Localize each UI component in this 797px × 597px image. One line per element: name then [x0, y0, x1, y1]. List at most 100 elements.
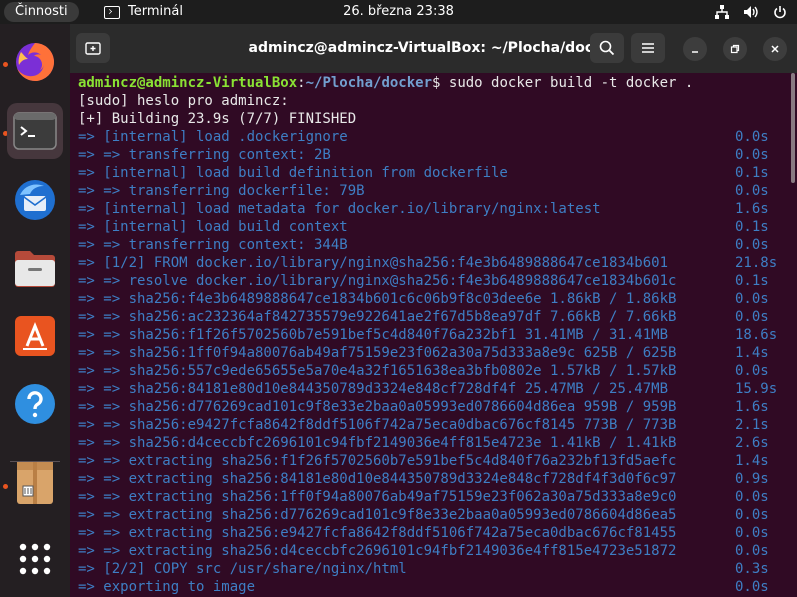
terminal-line: => [1/2] FROM docker.io/library/nginx@sh…	[78, 254, 777, 272]
terminal-line-text: => => sha256:e9427fcfa8642f8ddf5106f742a…	[78, 417, 677, 433]
top-bar: Činnosti Terminál 26. března 23:38	[0, 0, 797, 24]
firefox-icon[interactable]	[7, 34, 63, 90]
terminal-line: => => sha256:557c9ede65655e5a70e4a32f165…	[78, 362, 769, 380]
terminal-line-text: => => sha256:f1f26f5702560b7e591bef5c4d8…	[78, 327, 669, 343]
terminal-line-text: [sudo] heslo pro admincz:	[78, 93, 289, 109]
terminal-line: => => extracting sha256:1ff0f94a80076ab4…	[78, 488, 769, 506]
terminal-line-time: 1.4s	[735, 345, 769, 361]
terminal-line-text: => => sha256:d776269cad101c9f8e33e2baa0a…	[78, 399, 677, 415]
terminal-line: => exporting to image 0.0s	[78, 578, 769, 596]
terminal-line: => => extracting sha256:f1f26f5702560b7e…	[78, 452, 769, 470]
terminal-line-text: => => transferring context: 2B	[78, 147, 331, 163]
new-tab-icon	[85, 42, 101, 55]
prompt-path: ~/Plocha/docker	[305, 75, 433, 91]
thunderbird-icon[interactable]	[7, 172, 63, 228]
terminal-line-text: => => sha256:d4ceccbfc2696101c94fbf21490…	[78, 435, 677, 451]
terminal-line: => [internal] load build context 0.1s	[78, 218, 769, 236]
app-center-icon[interactable]	[7, 308, 63, 364]
terminal-line: => [internal] load .dockerignore 0.0s	[78, 128, 769, 146]
terminal-line-time: 0.0s	[735, 147, 769, 163]
terminal-line: => => sha256:84181e80d10e844350789d3324e…	[78, 380, 777, 398]
terminal-line: => => transferring context: 2B 0.0s	[78, 146, 769, 164]
terminal-line-text: => => extracting sha256:1ff0f94a80076ab4…	[78, 489, 677, 505]
help-icon[interactable]	[7, 376, 63, 432]
terminal-line-time: 0.0s	[735, 525, 769, 541]
terminal-output[interactable]: admincz@admincz-VirtualBox:~/Plocha/dock…	[70, 73, 790, 597]
close-button[interactable]	[763, 37, 787, 61]
new-tab-button[interactable]	[76, 33, 110, 63]
terminal-line-text: => [internal] load metadata for docker.i…	[78, 201, 601, 217]
terminal-line-time: 1.6s	[735, 399, 769, 415]
menu-button[interactable]	[631, 33, 665, 63]
maximize-button[interactable]	[723, 37, 747, 61]
terminal-line-text: => exporting to image	[78, 579, 256, 595]
terminal-line-text: => [2/2] COPY src /usr/share/nginx/html	[78, 561, 407, 577]
terminal-line-time: 0.0s	[735, 291, 769, 307]
scrollbar[interactable]	[791, 73, 795, 183]
terminal-line: => => sha256:d776269cad101c9f8e33e2baa0a…	[78, 398, 769, 416]
terminal-line-time: 0.0s	[735, 489, 769, 505]
terminal-line: => => sha256:ac232364af842735579e922641a…	[78, 308, 769, 326]
terminal-line-time: 0.1s	[735, 273, 769, 289]
terminal-line: => => extracting sha256:d4ceccbfc2696101…	[78, 542, 769, 560]
terminal-line-time: 0.3s	[735, 561, 769, 577]
terminal-line-text: => => sha256:f4e3b6489888647ce1834b601c6…	[78, 291, 677, 307]
terminal-line-text: => => sha256:1ff0f94a80076ab49af75159e23…	[78, 345, 677, 361]
terminal-line-time: 0.0s	[735, 309, 769, 325]
terminal-line-text: => [1/2] FROM docker.io/library/nginx@sh…	[78, 255, 669, 271]
activities-button[interactable]: Činnosti	[4, 2, 79, 22]
terminal-window[interactable]: admincz@admincz-VirtualBox: ~/Plocha/doc…	[70, 24, 797, 597]
terminal-line: => => transferring context: 344B 0.0s	[78, 236, 769, 254]
terminal-line: => => extracting sha256:e9427fcfa8642f8d…	[78, 524, 769, 542]
terminal-line: => [internal] load metadata for docker.i…	[78, 200, 769, 218]
terminal-line-time: 0.0s	[735, 237, 769, 253]
terminal-line-time: 0.0s	[735, 543, 769, 559]
terminal-line: [+] Building 23.9s (7/7) FINISHED	[78, 110, 356, 128]
terminal-line: => => sha256:d4ceccbfc2696101c94fbf21490…	[78, 434, 769, 452]
terminal-line: [sudo] heslo pro admincz:	[78, 92, 289, 110]
network-icon[interactable]	[715, 5, 729, 19]
terminal-line-text: => [internal] load build context	[78, 219, 348, 235]
app-menu[interactable]: Terminál	[104, 0, 183, 24]
terminal-line-text: => => transferring context: 344B	[78, 237, 348, 253]
terminal-line: => => extracting sha256:d776269cad101c9f…	[78, 506, 769, 524]
restore-icon	[730, 44, 740, 54]
terminal-line-text: => => sha256:557c9ede65655e5a70e4a32f165…	[78, 363, 677, 379]
terminal-line-text: [+] Building 23.9s (7/7) FINISHED	[78, 111, 357, 127]
terminal-line-time: 0.0s	[735, 579, 769, 595]
power-icon[interactable]	[773, 5, 787, 19]
terminal-line: => [internal] load build definition from…	[78, 164, 769, 182]
terminal-line: => => sha256:e9427fcfa8642f8ddf5106f742a…	[78, 416, 769, 434]
terminal-line-time: 15.9s	[735, 381, 778, 397]
dock	[0, 24, 70, 597]
terminal-line-time: 1.6s	[735, 201, 769, 217]
terminal-line-text: => => extracting sha256:84181e80d10e8443…	[78, 471, 677, 487]
system-tray[interactable]	[715, 0, 787, 24]
terminal-line-time: 18.6s	[735, 327, 778, 343]
archive-manager-icon[interactable]	[7, 455, 63, 511]
show-apps-icon[interactable]	[7, 531, 63, 587]
prompt-line: admincz@admincz-VirtualBox:~/Plocha/dock…	[78, 74, 693, 92]
terminal-line-time: 0.0s	[735, 507, 769, 523]
terminal-line-text: => => extracting sha256:d4ceccbfc2696101…	[78, 543, 677, 559]
terminal-line-text: => [internal] load build definition from…	[78, 165, 508, 181]
terminal-line-time: 0.9s	[735, 471, 769, 487]
title-bar[interactable]: admincz@admincz-VirtualBox: ~/Plocha/doc…	[70, 24, 797, 73]
terminal-line-text: => => sha256:ac232364af842735579e922641a…	[78, 309, 677, 325]
search-button[interactable]	[590, 33, 624, 63]
terminal-line-text: => => resolve docker.io/library/nginx@sh…	[78, 273, 677, 289]
terminal-line-time: 2.1s	[735, 417, 769, 433]
terminal-line-text: => => transferring dockerfile: 79B	[78, 183, 365, 199]
terminal-line-time: 0.0s	[735, 183, 769, 199]
terminal-icon[interactable]	[7, 103, 63, 159]
files-icon[interactable]	[7, 240, 63, 296]
terminal-line: => => sha256:f4e3b6489888647ce1834b601c6…	[78, 290, 769, 308]
terminal-line: => => resolve docker.io/library/nginx@sh…	[78, 272, 769, 290]
prompt-end: $	[432, 75, 449, 91]
volume-icon[interactable]	[743, 5, 759, 19]
terminal-line-time: 1.4s	[735, 453, 769, 469]
terminal-line: => [2/2] COPY src /usr/share/nginx/html 0…	[78, 560, 769, 578]
minimize-button[interactable]	[683, 37, 707, 61]
hamburger-icon	[642, 43, 654, 53]
terminal-line-text: => => extracting sha256:d776269cad101c9f…	[78, 507, 677, 523]
